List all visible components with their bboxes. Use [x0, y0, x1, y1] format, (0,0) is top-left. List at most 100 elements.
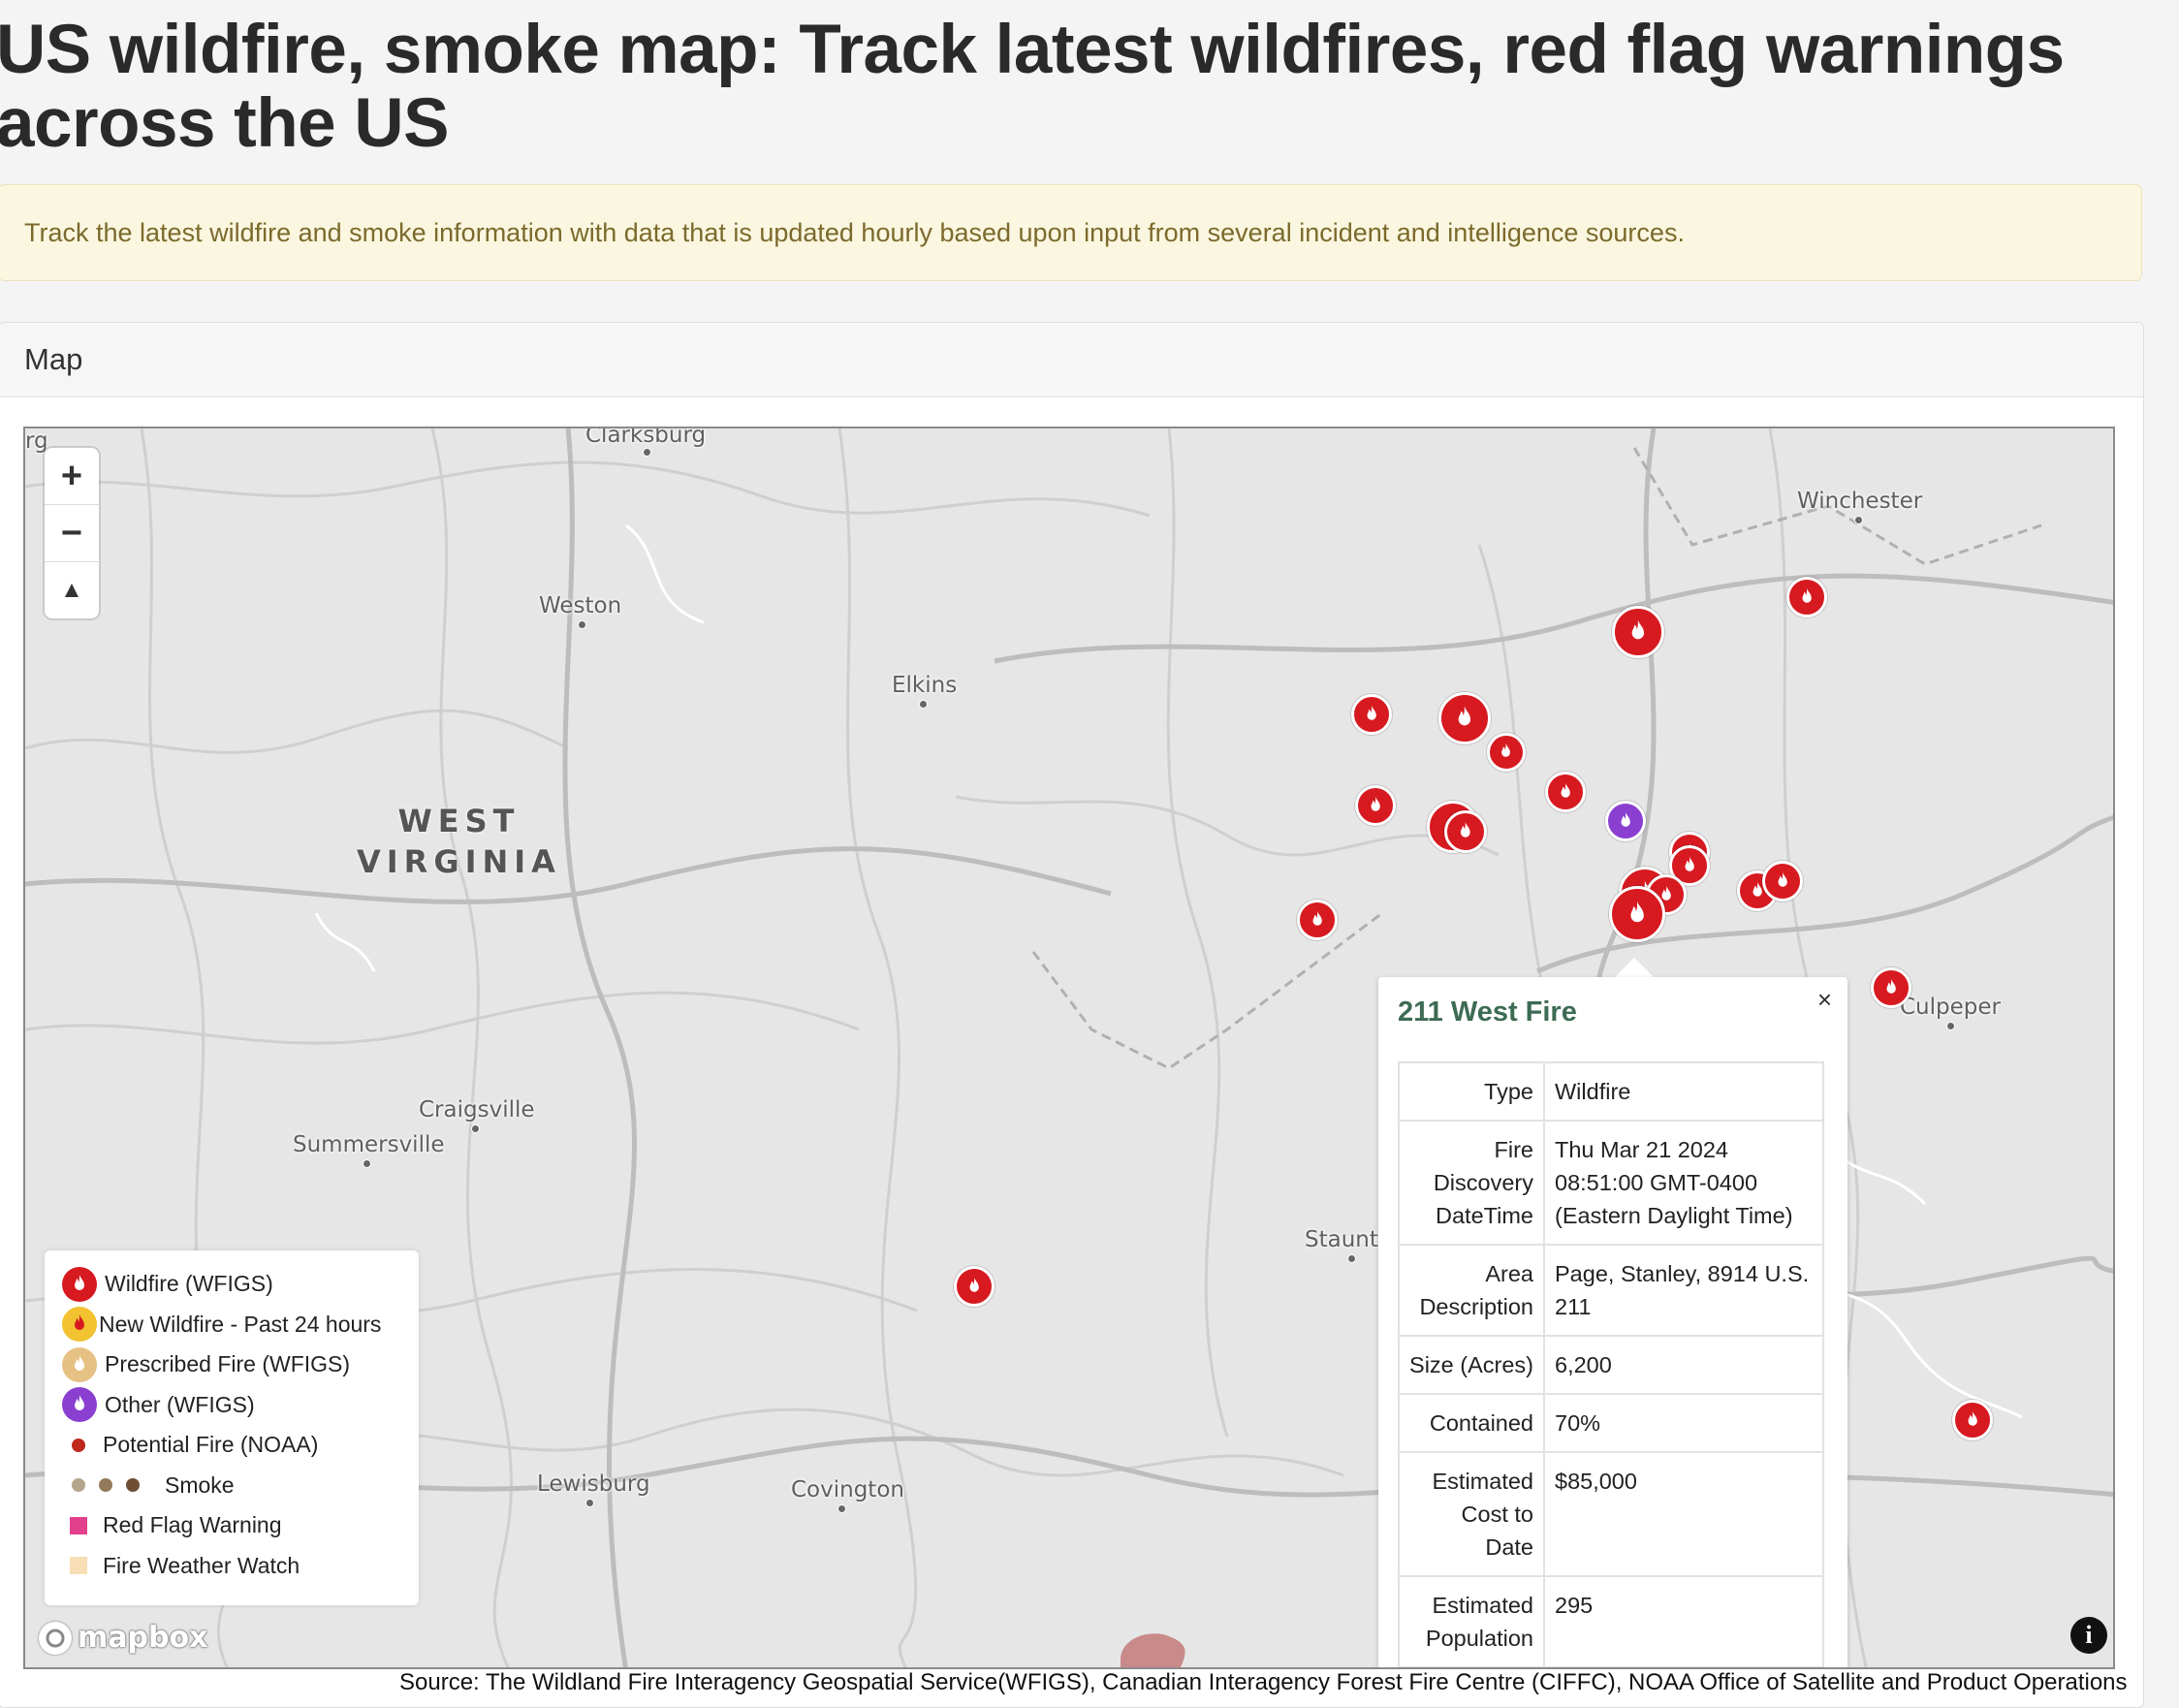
table-row: Area Description Page, Stanley, 8914 U.S.… — [1398, 1244, 1824, 1337]
legend-label: Red Flag Warning — [103, 1512, 282, 1538]
city-dot-culpeper — [1946, 1022, 1955, 1030]
legend-label: Potential Fire (NOAA) — [103, 1432, 319, 1458]
wildfire-icon — [62, 1266, 97, 1302]
wildfire-marker[interactable] — [1612, 606, 1664, 658]
place-label-culpeper: Culpeper — [1900, 995, 2001, 1020]
wildfire-marker[interactable] — [1952, 1400, 1993, 1440]
wildfire-marker[interactable] — [1487, 733, 1526, 772]
wildfire-marker[interactable] — [1355, 785, 1396, 826]
zoom-in-button[interactable]: + — [45, 448, 99, 505]
flame-icon — [1458, 706, 1471, 726]
wildfire-marker[interactable] — [1786, 577, 1827, 617]
flame-icon — [1621, 811, 1630, 827]
attribution-info-button[interactable]: i — [2070, 1617, 2107, 1654]
table-row: Size (Acres) 6,200 — [1398, 1335, 1824, 1395]
table-row: Type Wildfire — [1398, 1061, 1824, 1122]
smoke-light-dot-icon — [72, 1478, 85, 1493]
popup-details-table: Type Wildfire Fire Discovery DateTime Thu … — [1398, 1061, 1824, 1667]
flame-icon — [1778, 871, 1787, 887]
city-dot-covington — [837, 1504, 846, 1513]
place-label-winchester: Winchester — [1797, 489, 1923, 514]
fire-weather-swatch-icon — [70, 1557, 87, 1575]
city-dot-staunton — [1347, 1254, 1356, 1263]
wildfire-marker[interactable] — [1762, 861, 1803, 901]
detail-value: Wildfire — [1543, 1061, 1824, 1122]
legend-label: Prescribed Fire (WFIGS) — [105, 1351, 351, 1377]
legend-item-prescribed-fire: Prescribed Fire (WFIGS) — [62, 1344, 419, 1385]
flame-icon — [1461, 822, 1470, 838]
detail-key: Contained — [1398, 1393, 1545, 1453]
flame-icon — [1561, 782, 1570, 798]
zoom-out-button[interactable]: − — [45, 505, 99, 562]
city-dot-craigsville — [471, 1124, 480, 1133]
legend-item-other: Other (WFIGS) — [62, 1385, 419, 1426]
legend-item-new-wildfire: New Wildfire - Past 24 hours — [62, 1305, 419, 1345]
flame-icon — [1685, 856, 1694, 871]
city-dot-weston — [578, 620, 586, 629]
flame-icon — [969, 1277, 979, 1292]
wildfire-marker[interactable] — [1438, 692, 1491, 744]
state-label-line-1: WEST — [397, 803, 521, 839]
place-label-staunton: Staunt — [1305, 1227, 1378, 1252]
detail-key: Area Description — [1398, 1244, 1545, 1337]
table-row: Estimated Population 295 — [1398, 1575, 1824, 1667]
legend-label: Other (WFIGS) — [105, 1391, 255, 1417]
wildfire-marker[interactable] — [954, 1266, 995, 1307]
popup-tip — [1615, 958, 1654, 977]
flame-icon — [1501, 743, 1511, 758]
flame-icon — [1802, 587, 1812, 603]
popup-title: 211 West Fire — [1398, 996, 1577, 1028]
city-dot-lewisburg — [585, 1499, 594, 1507]
wildfire-marker[interactable] — [1545, 772, 1586, 812]
detail-key: Estimated Population — [1398, 1575, 1545, 1667]
prescribed-fire-icon — [62, 1346, 97, 1382]
detail-value: 70% — [1543, 1393, 1824, 1453]
new-wildfire-icon — [62, 1307, 97, 1343]
detail-value: $85,000 — [1543, 1451, 1824, 1577]
wildfire-marker-selected[interactable] — [1609, 886, 1665, 942]
wildfire-marker[interactable] — [1351, 694, 1392, 735]
other-fire-marker[interactable] — [1605, 801, 1646, 841]
flame-icon — [1630, 901, 1644, 923]
legend-item-fire-weather-watch: Fire Weather Watch — [62, 1546, 419, 1587]
flame-icon — [1312, 910, 1322, 926]
city-dot-summersville — [363, 1159, 371, 1168]
compass-button[interactable]: ▲ — [45, 562, 99, 618]
flame-icon — [1886, 978, 1896, 994]
state-label-line-2: VIRGINIA — [357, 843, 561, 880]
wildfire-marker[interactable] — [1871, 967, 1911, 1008]
smoke-medium-dot-icon — [99, 1478, 112, 1493]
mapbox-logo[interactable]: mapbox — [39, 1621, 207, 1655]
legend-item-potential-fire: Potential Fire (NOAA) — [62, 1425, 419, 1466]
detail-key: Size (Acres) — [1398, 1335, 1545, 1395]
table-row: Fire Discovery DateTime Thu Mar 21 2024 0… — [1398, 1120, 1824, 1246]
detail-key: Type — [1398, 1061, 1545, 1122]
flame-icon — [1631, 619, 1645, 640]
city-dot-winchester — [1854, 516, 1863, 524]
fire-popup: × 211 West Fire Type Wildfire Fire Discov… — [1378, 977, 1847, 1667]
city-dot-clarksburg — [643, 448, 651, 457]
potential-fire-dot-icon — [72, 1438, 85, 1452]
detail-value: Thu Mar 21 2024 08:51:00 GMT-0400 (Easte… — [1543, 1120, 1824, 1246]
smoke-heavy-dot-icon — [126, 1478, 140, 1493]
flame-icon — [1371, 796, 1380, 811]
info-banner-text: Track the latest wildfire and smoke info… — [24, 217, 1685, 247]
legend-label: Smoke — [165, 1471, 235, 1498]
wildfire-marker[interactable] — [1297, 900, 1338, 940]
legend-label: Fire Weather Watch — [103, 1552, 300, 1578]
map-canvas[interactable]: rg Clarksburg Weston Elkins Winchester C… — [23, 427, 2115, 1669]
popup-close-button[interactable]: × — [1817, 985, 1832, 1015]
state-label: WEST VIRGINIA — [357, 801, 561, 882]
legend-item-red-flag: Red Flag Warning — [62, 1505, 419, 1546]
flame-icon — [1367, 705, 1376, 720]
detail-value: 295 — [1543, 1575, 1824, 1667]
detail-value: Page, Stanley, 8914 U.S. 211 — [1543, 1244, 1824, 1337]
legend-item-smoke: Smoke — [62, 1466, 419, 1506]
wildfire-marker[interactable] — [1444, 810, 1487, 853]
zoom-control: + − ▲ — [45, 448, 99, 618]
city-dot-elkins — [919, 700, 928, 709]
page-title: US wildfire, smoke map: Track latest wil… — [0, 12, 2065, 162]
legend-label: Wildfire (WFIGS) — [105, 1271, 273, 1297]
map-card-header: Map — [0, 323, 2143, 397]
source-note: Source: The Wildland Fire Interagency Ge… — [399, 1669, 2128, 1695]
